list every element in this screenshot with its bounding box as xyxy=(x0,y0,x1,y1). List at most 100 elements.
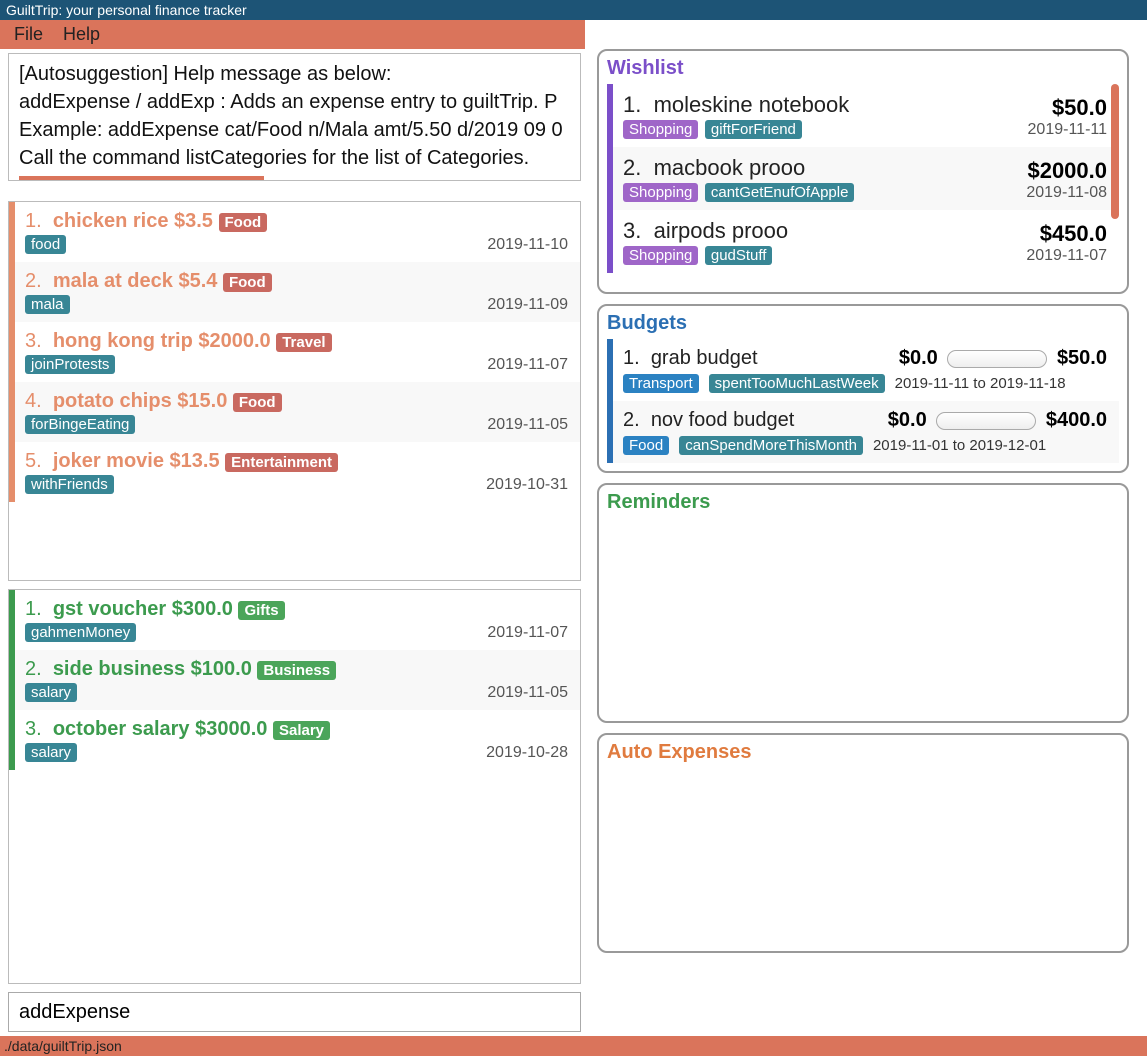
status-path: ./data/guiltTrip.json xyxy=(4,1038,122,1054)
budget-index: 1. xyxy=(623,347,640,369)
expense-amount: $15.0 xyxy=(177,390,227,412)
expense-index: 1. xyxy=(25,210,42,232)
wishlist-category-tag: Shopping xyxy=(623,183,698,202)
income-index: 2. xyxy=(25,658,42,680)
expense-row[interactable]: 2. mala at deck $5.4 Food mala 2019-11-0… xyxy=(9,262,580,322)
expenses-panel: 1. chicken rice $3.5 Food food 2019-11-1… xyxy=(8,201,581,581)
expense-amount: $5.4 xyxy=(178,270,217,292)
expense-name: joker movie xyxy=(53,450,164,472)
income-category-tag: Gifts xyxy=(238,601,284,620)
expense-row[interactable]: 1. chicken rice $3.5 Food food 2019-11-1… xyxy=(9,202,580,262)
wishlist-row[interactable]: 2. macbook prooo Shopping cantGetEnufOfA… xyxy=(607,147,1119,210)
budget-name: grab budget xyxy=(651,347,758,369)
income-index: 3. xyxy=(25,718,42,740)
status-bar: ./data/guiltTrip.json xyxy=(0,1036,1147,1056)
menu-help[interactable]: Help xyxy=(63,24,100,45)
command-input[interactable] xyxy=(8,992,581,1032)
expense-row[interactable]: 4. potato chips $15.0 Food forBingeEatin… xyxy=(9,382,580,442)
budget-name: nov food budget xyxy=(651,409,794,431)
budget-row[interactable]: 2. nov food budget $0.0 $400.0 Food canS… xyxy=(607,401,1119,463)
budget-tag: canSpendMoreThisMonth xyxy=(679,436,863,455)
wishlist-panel: Wishlist 1. moleskine notebook Shopping … xyxy=(597,49,1129,294)
auto-expenses-title: Auto Expenses xyxy=(607,741,1119,764)
wishlist-title: Wishlist xyxy=(607,57,1119,80)
budget-total: $50.0 xyxy=(1057,347,1107,369)
expense-name: mala at deck xyxy=(53,270,173,292)
budget-range: 2019-11-11 to 2019-11-18 xyxy=(895,375,1066,392)
wishlist-tag: gudStuff xyxy=(705,246,773,265)
income-name: gst voucher xyxy=(53,598,166,620)
auto-expenses-panel: Auto Expenses xyxy=(597,733,1129,953)
budget-range: 2019-11-01 to 2019-12-01 xyxy=(873,437,1046,454)
expense-category-tag: Entertainment xyxy=(225,453,338,472)
wishlist-price: $50.0 xyxy=(1028,95,1107,121)
budgets-title: Budgets xyxy=(607,312,1119,335)
income-name: october salary xyxy=(53,718,190,740)
expense-amount: $2000.0 xyxy=(198,330,270,352)
income-date: 2019-11-05 xyxy=(487,684,568,702)
budget-total: $400.0 xyxy=(1046,409,1107,431)
income-amount: $300.0 xyxy=(172,598,233,620)
expense-tag: mala xyxy=(25,295,70,314)
income-amount: $100.0 xyxy=(191,658,252,680)
expense-category-tag: Food xyxy=(233,393,282,412)
income-panel: 1. gst voucher $300.0 Gifts gahmenMoney … xyxy=(8,589,581,984)
income-tag: salary xyxy=(25,743,77,762)
expense-category-tag: Food xyxy=(219,213,268,232)
budgets-panel: Budgets 1. grab budget $0.0 $50.0 Transp… xyxy=(597,304,1129,473)
income-date: 2019-10-28 xyxy=(486,744,568,762)
wishlist-index: 3. xyxy=(623,218,641,243)
expense-date: 2019-11-05 xyxy=(487,416,568,434)
menu-bar: File Help xyxy=(0,20,585,49)
expense-name: potato chips xyxy=(53,390,172,412)
wishlist-category-tag: Shopping xyxy=(623,120,698,139)
expense-index: 2. xyxy=(25,270,42,292)
wishlist-price: $2000.0 xyxy=(1026,158,1107,184)
expense-index: 4. xyxy=(25,390,42,412)
income-tag: gahmenMoney xyxy=(25,623,136,642)
expense-index: 5. xyxy=(25,450,42,472)
expense-row[interactable]: 5. joker movie $13.5 Entertainment withF… xyxy=(9,442,580,502)
wishlist-category-tag: Shopping xyxy=(623,246,698,265)
expense-amount: $13.5 xyxy=(170,450,220,472)
help-scroll-track[interactable] xyxy=(19,176,264,181)
expense-category-tag: Food xyxy=(223,273,272,292)
income-name: side business xyxy=(53,658,185,680)
budget-tag: spentTooMuchLastWeek xyxy=(709,374,885,393)
income-category-tag: Salary xyxy=(273,721,330,740)
expense-name: chicken rice xyxy=(53,210,169,232)
expense-tag: food xyxy=(25,235,66,254)
wishlist-row[interactable]: 1. moleskine notebook Shopping giftForFr… xyxy=(607,84,1119,147)
budget-progress-bar xyxy=(947,350,1047,368)
wishlist-name: moleskine notebook xyxy=(654,92,850,117)
budget-spent: $0.0 xyxy=(888,409,927,431)
income-tag: salary xyxy=(25,683,77,702)
budget-row[interactable]: 1. grab budget $0.0 $50.0 Transport spen… xyxy=(607,339,1119,401)
budget-spent: $0.0 xyxy=(899,347,938,369)
wishlist-name: macbook prooo xyxy=(654,155,806,180)
menu-file[interactable]: File xyxy=(14,24,43,45)
expense-tag: withFriends xyxy=(25,475,114,494)
income-row[interactable]: 1. gst voucher $300.0 Gifts gahmenMoney … xyxy=(9,590,580,650)
expense-tag: joinProtests xyxy=(25,355,115,374)
window-title: GuiltTrip: your personal finance tracker xyxy=(6,2,247,18)
wishlist-date: 2019-11-07 xyxy=(1026,247,1107,265)
expense-index: 3. xyxy=(25,330,42,352)
wishlist-row[interactable]: 3. airpods prooo Shopping gudStuff $450.… xyxy=(607,210,1119,273)
income-row[interactable]: 3. october salary $3000.0 Salary salary … xyxy=(9,710,580,770)
wishlist-scrollbar[interactable] xyxy=(1111,84,1119,219)
income-category-tag: Business xyxy=(257,661,336,680)
expense-date: 2019-11-07 xyxy=(487,356,568,374)
expense-date: 2019-11-10 xyxy=(487,236,568,254)
wishlist-date: 2019-11-11 xyxy=(1028,121,1107,139)
reminders-panel: Reminders xyxy=(597,483,1129,723)
help-box: [Autosuggestion] Help message as below: … xyxy=(8,53,581,181)
budget-category-tag: Food xyxy=(623,436,669,455)
expense-amount: $3.5 xyxy=(174,210,213,232)
wishlist-price: $450.0 xyxy=(1026,221,1107,247)
income-date: 2019-11-07 xyxy=(487,624,568,642)
help-line: Example: addExpense cat/Food n/Mala amt/… xyxy=(19,116,570,144)
expense-row[interactable]: 3. hong kong trip $2000.0 Travel joinPro… xyxy=(9,322,580,382)
help-line: addExpense / addExp : Adds an expense en… xyxy=(19,88,570,116)
income-row[interactable]: 2. side business $100.0 Business salary … xyxy=(9,650,580,710)
